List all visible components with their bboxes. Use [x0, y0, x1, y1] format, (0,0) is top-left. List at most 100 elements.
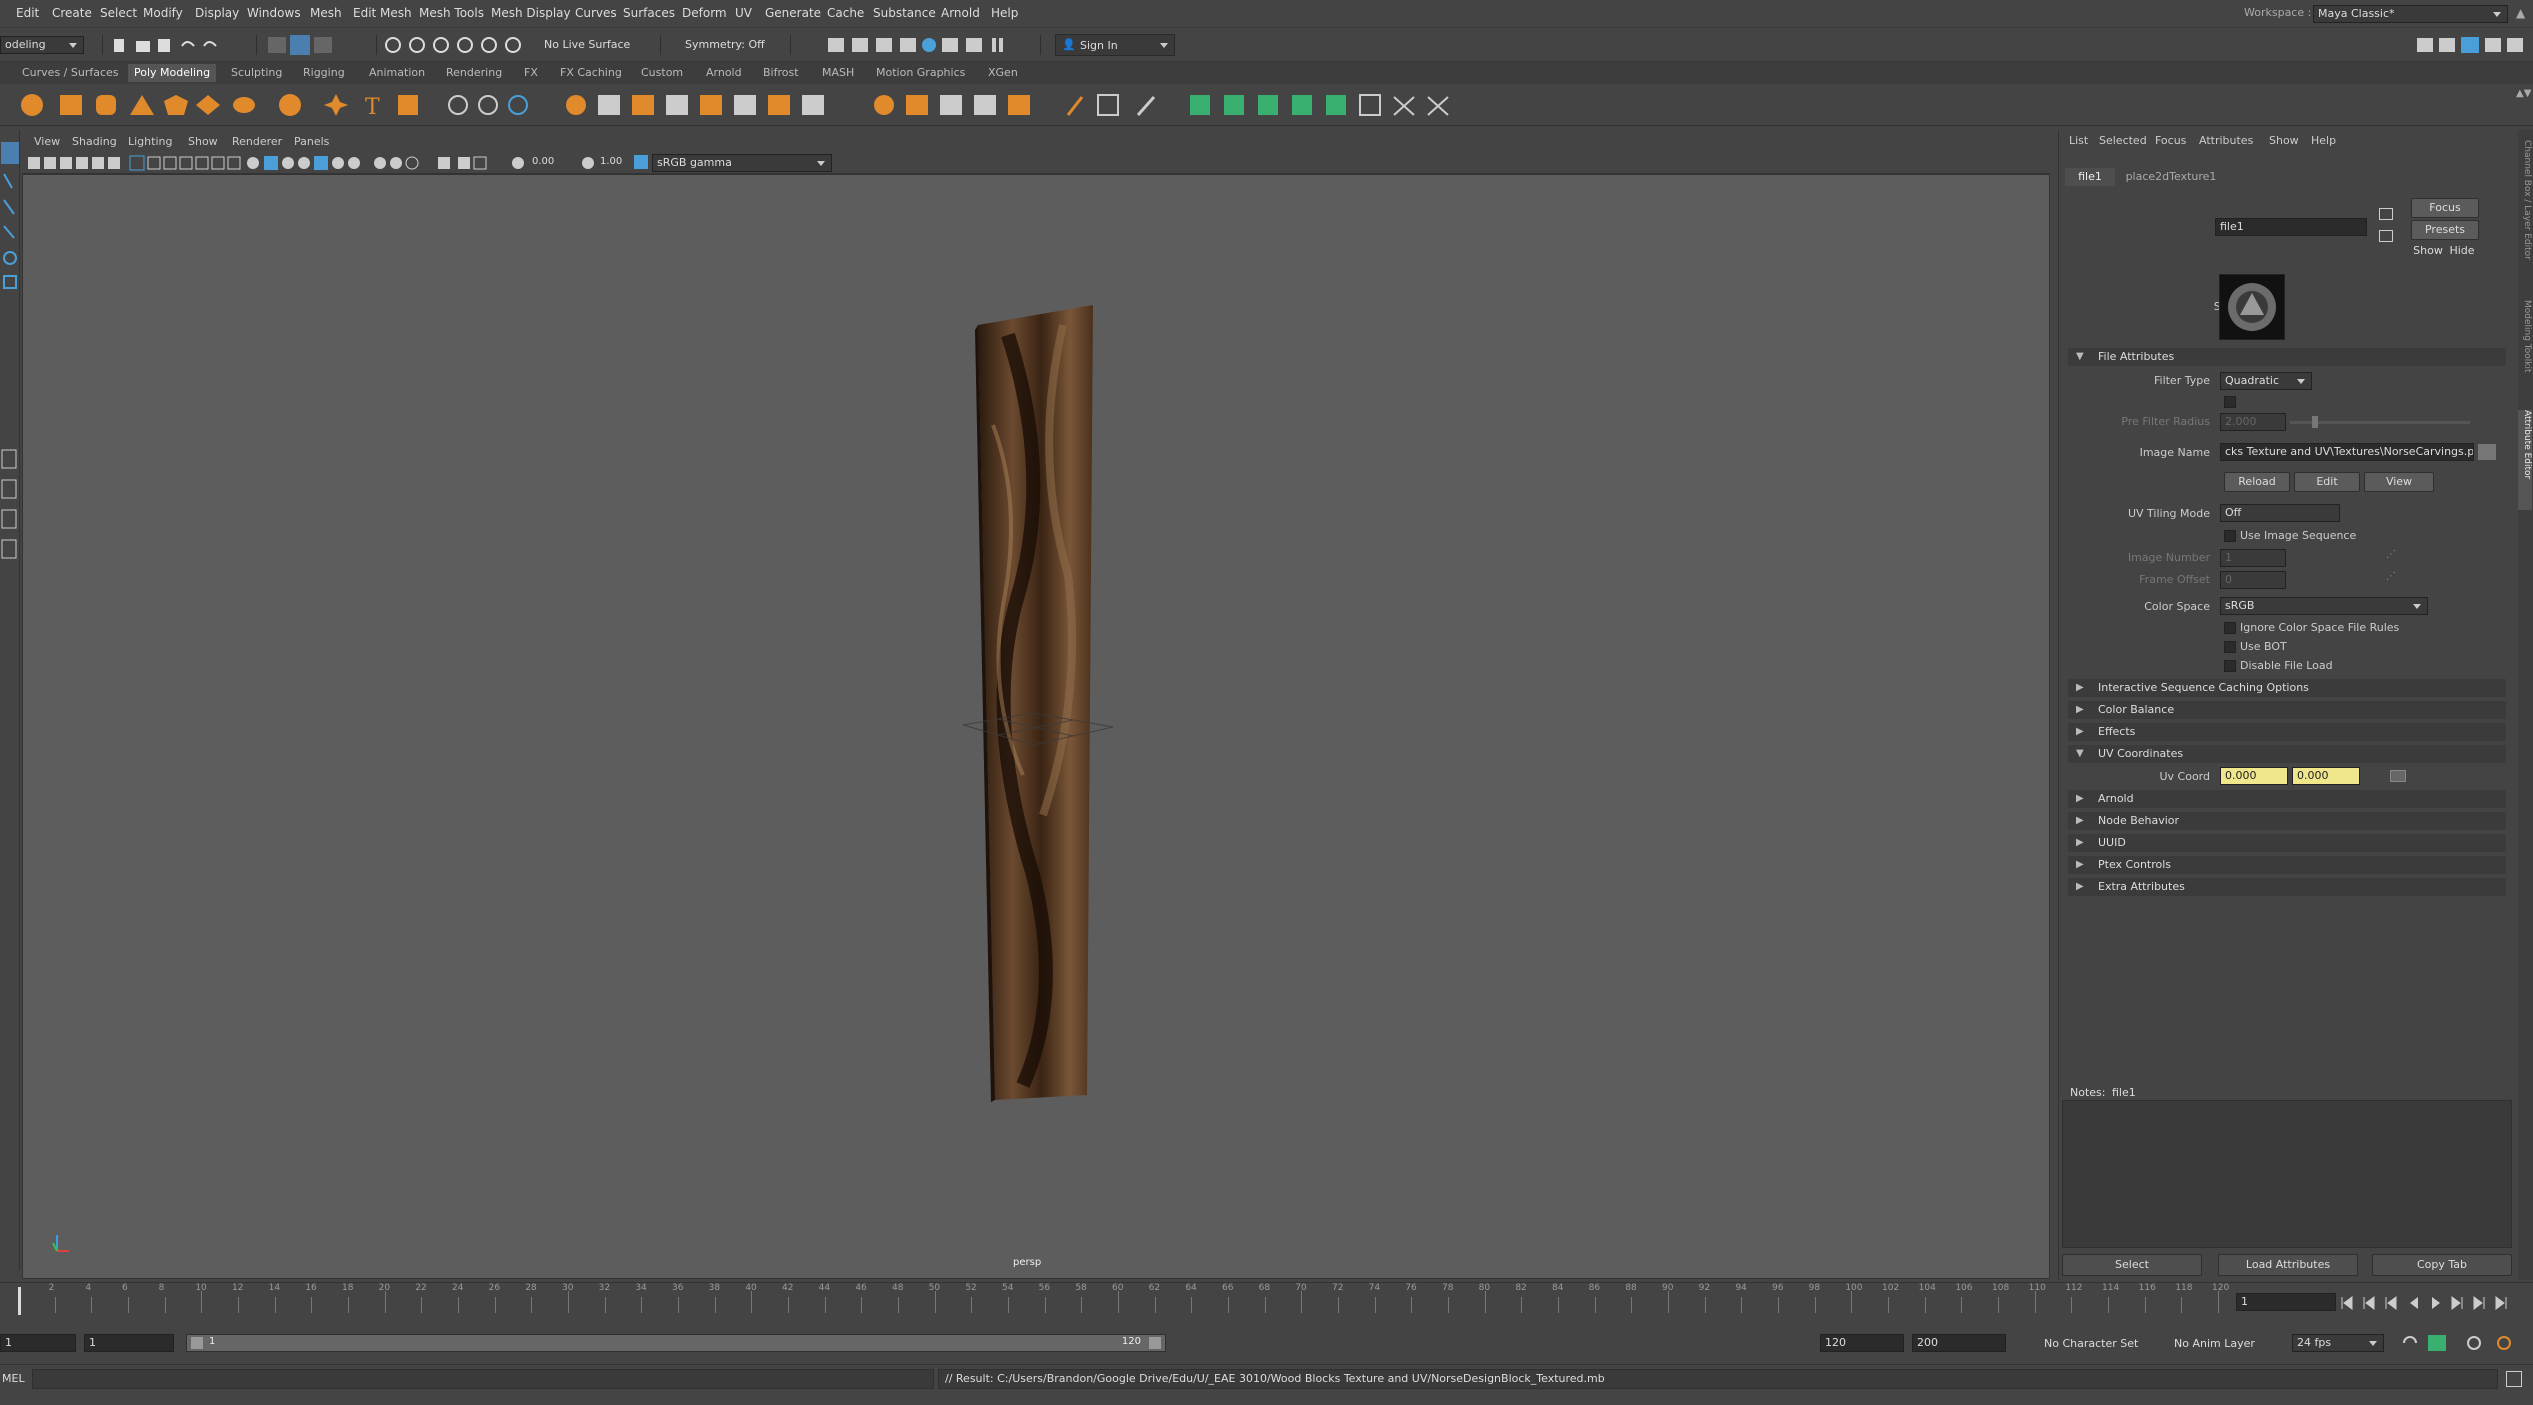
- separate-icon[interactable]: [478, 95, 498, 115]
- safe-title-icon[interactable]: [227, 156, 241, 170]
- vp-menu-view[interactable]: View: [34, 135, 60, 148]
- image-name-field[interactable]: cks Texture and UV\Textures\NorseCarving…: [2220, 443, 2474, 461]
- loop-icon[interactable]: [2403, 1336, 2417, 1344]
- cylindrical-map-icon[interactable]: [1258, 95, 1278, 115]
- ae-menu-list[interactable]: List: [2069, 134, 2088, 147]
- multisample-aa-icon[interactable]: [390, 157, 402, 169]
- section-effects[interactable]: ▶ Effects: [2068, 723, 2506, 741]
- triangulate-icon[interactable]: [974, 95, 996, 115]
- load-attributes-button[interactable]: Load Attributes: [2218, 1254, 2358, 1276]
- menu-edit[interactable]: Edit: [16, 6, 39, 20]
- merge-icon[interactable]: [768, 95, 790, 115]
- script-editor-icon[interactable]: [2506, 1371, 2522, 1387]
- poly-sphere-icon[interactable]: [21, 94, 43, 116]
- ipr-render-icon[interactable]: [852, 38, 868, 52]
- offset-edge-loop-icon[interactable]: [1136, 96, 1156, 116]
- play-backwards-icon[interactable]: [2410, 1297, 2418, 1309]
- sign-in-button[interactable]: 👤 Sign In: [1055, 34, 1175, 56]
- image-plane-icon[interactable]: [76, 157, 88, 169]
- color-management-icon[interactable]: [634, 155, 648, 169]
- field-chart-icon[interactable]: [195, 156, 209, 170]
- use-bot-checkbox[interactable]: [2224, 641, 2236, 653]
- section-file-attributes[interactable]: ▼ File Attributes: [2068, 348, 2506, 366]
- vp-menu-renderer[interactable]: Renderer: [232, 135, 282, 148]
- poly-plane-icon[interactable]: [196, 95, 220, 115]
- menu-set-dropdown[interactable]: odeling: [0, 36, 84, 54]
- shelf-tab-fx[interactable]: FX: [524, 66, 538, 79]
- exposure-icon[interactable]: [512, 157, 524, 169]
- screen-space-ao-icon[interactable]: [348, 157, 360, 169]
- tab-channel-box[interactable]: Channel Box / Layer Editor: [2519, 140, 2532, 290]
- xray-icon[interactable]: [458, 157, 470, 169]
- ae-menu-focus[interactable]: Focus: [2155, 134, 2186, 147]
- menu-mesh[interactable]: Mesh: [310, 6, 342, 20]
- shelf-tab-arnold[interactable]: Arnold: [706, 66, 742, 79]
- play-forwards-icon[interactable]: [2432, 1297, 2440, 1309]
- tab-attribute-editor[interactable]: Attribute Editor: [2518, 410, 2532, 510]
- wood-plank-mesh[interactable]: [975, 305, 1093, 1102]
- ae-tab-place2dtexture[interactable]: place2dTexture1: [2121, 168, 2221, 186]
- menu-uv[interactable]: UV: [735, 6, 752, 20]
- playback-end-field[interactable]: 120: [1820, 1334, 1904, 1352]
- textured-icon[interactable]: [298, 157, 310, 169]
- animation-start-field[interactable]: 1: [0, 1334, 76, 1352]
- fill-hole-icon[interactable]: [734, 95, 756, 115]
- shelf-options-icon[interactable]: ▲▼: [2516, 88, 2531, 99]
- single-layout-icon[interactable]: [1, 449, 17, 469]
- viewport-3d[interactable]: persp: [22, 174, 2050, 1279]
- hypershade-icon[interactable]: [900, 38, 916, 52]
- anim-layer-label[interactable]: No Anim Layer: [2174, 1337, 2255, 1350]
- select-tool-icon[interactable]: [1, 142, 19, 164]
- sew-uv-icon[interactable]: [1393, 96, 1415, 116]
- gamma-icon[interactable]: [582, 157, 594, 169]
- uv-tiling-mode-dropdown[interactable]: Off: [2220, 504, 2340, 522]
- focus-button[interactable]: Focus: [2411, 198, 2479, 218]
- combine-icon[interactable]: [448, 95, 468, 115]
- two-d-pan-icon[interactable]: [92, 157, 104, 169]
- shelf-tab-rendering[interactable]: Rendering: [446, 66, 502, 79]
- section-node-behavior[interactable]: ▶ Node Behavior: [2068, 812, 2506, 830]
- smooth-shade-icon[interactable]: [264, 156, 278, 170]
- make-live-icon[interactable]: [481, 37, 497, 53]
- four-view-layout-icon[interactable]: [1, 479, 17, 499]
- auto-key-icon[interactable]: [2428, 1335, 2446, 1351]
- menu-mesh-tools[interactable]: Mesh Tools: [419, 6, 484, 20]
- notes-textarea[interactable]: [2062, 1100, 2512, 1248]
- animation-end-field[interactable]: 200: [1912, 1334, 2006, 1352]
- quadrangulate-icon[interactable]: [1008, 95, 1030, 115]
- render-setup-icon[interactable]: [942, 38, 958, 52]
- sound-icon[interactable]: [2497, 1336, 2511, 1350]
- range-bar[interactable]: 1 120: [186, 1334, 1166, 1352]
- scale-tool-icon[interactable]: [3, 275, 17, 289]
- slider-handle[interactable]: [2312, 416, 2318, 428]
- rotate-tool-icon[interactable]: [3, 251, 17, 265]
- camera-attributes-icon[interactable]: [44, 157, 56, 169]
- ae-menu-attributes[interactable]: Attributes: [2199, 134, 2253, 147]
- uv-coord-v-field[interactable]: 0.000: [2292, 767, 2360, 785]
- checker-icon[interactable]: [1359, 94, 1381, 116]
- poly-cube-icon[interactable]: [60, 95, 82, 115]
- select-button[interactable]: Select: [2062, 1254, 2202, 1276]
- save-scene-icon[interactable]: [158, 39, 170, 52]
- xray-joints-icon[interactable]: [473, 156, 487, 170]
- boolean-icon[interactable]: [566, 95, 586, 115]
- paint-select-icon[interactable]: [3, 199, 15, 215]
- menu-substance[interactable]: Substance: [873, 6, 936, 20]
- channel-box-toggle-icon[interactable]: [2485, 38, 2501, 52]
- menu-create[interactable]: Create: [52, 6, 92, 20]
- snap-view-plane-icon[interactable]: [457, 37, 473, 53]
- menu-deform[interactable]: Deform: [682, 6, 727, 20]
- go-to-end-icon[interactable]: [2495, 1296, 2507, 1310]
- super-shape-icon[interactable]: [324, 94, 348, 116]
- menu-display[interactable]: Display: [195, 6, 239, 20]
- ignore-color-space-checkbox[interactable]: [2224, 622, 2236, 634]
- scroll-up-icon[interactable]: ▲: [2516, 6, 2525, 20]
- append-icon[interactable]: [700, 95, 722, 115]
- insert-edge-loop-icon[interactable]: [1097, 94, 1119, 116]
- ae-menu-show[interactable]: Show: [2269, 134, 2299, 147]
- key-icon[interactable]: ⋰: [2386, 571, 2396, 582]
- gamma-field[interactable]: 1.00: [600, 156, 622, 167]
- shelf-tab-rigging[interactable]: Rigging: [303, 66, 345, 79]
- ae-tab-file1[interactable]: file1: [2065, 168, 2115, 186]
- wedge-icon[interactable]: [874, 95, 894, 115]
